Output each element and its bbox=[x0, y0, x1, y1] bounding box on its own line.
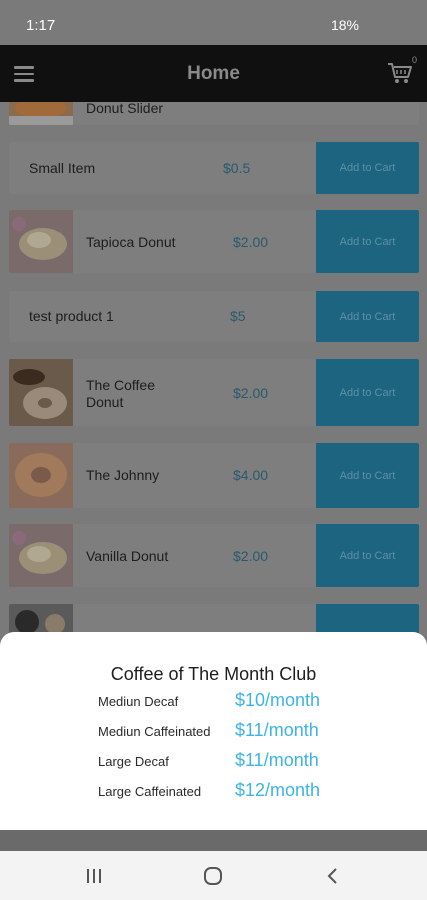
plan-option[interactable]: Large Caffeinated $12/month bbox=[98, 780, 358, 802]
product-price: $2.00 bbox=[233, 234, 269, 250]
back-icon bbox=[327, 868, 337, 884]
product-card[interactable]: Vanilla Donut $2.00 Add to Cart bbox=[9, 524, 419, 587]
add-to-cart-button[interactable]: Add to Cart bbox=[316, 359, 419, 426]
product-name: test product 1 bbox=[29, 308, 114, 324]
product-image bbox=[9, 524, 73, 587]
product-image bbox=[9, 443, 73, 508]
recent-apps-button[interactable] bbox=[81, 864, 107, 888]
plan-price[interactable]: $11/month bbox=[235, 720, 319, 741]
product-price: $4.00 bbox=[233, 467, 269, 483]
page-title: Home bbox=[187, 63, 240, 84]
plan-option[interactable]: Mediun Caffeinated $11/month bbox=[98, 720, 358, 742]
back-button[interactable] bbox=[320, 864, 346, 888]
add-to-cart-button[interactable]: Add to Cart bbox=[316, 142, 419, 194]
add-to-cart-button[interactable]: Add to Cart bbox=[316, 210, 419, 273]
status-time: 1:17 bbox=[26, 17, 56, 34]
app-bar: Home 0 bbox=[0, 45, 427, 102]
product-image bbox=[9, 359, 73, 426]
product-card[interactable]: The Coffee Donut $2.00 Add to Cart bbox=[9, 359, 419, 426]
plan-option[interactable]: Mediun Decaf $10/month bbox=[98, 690, 358, 712]
home-button[interactable] bbox=[200, 864, 226, 888]
plan-price[interactable]: $10/month bbox=[235, 690, 320, 711]
product-name: Donut Slider bbox=[86, 102, 164, 116]
product-card[interactable]: The Johnny $4.00 Add to Cart bbox=[9, 443, 419, 508]
plan-label: Mediun Decaf bbox=[98, 694, 179, 709]
add-to-cart-button[interactable]: Add to Cart bbox=[316, 524, 419, 587]
shopping-cart-icon[interactable] bbox=[387, 61, 413, 85]
product-price: $0.5 bbox=[223, 160, 251, 176]
product-price: $2.00 bbox=[233, 548, 269, 564]
product-card[interactable]: Donut Slider bbox=[9, 102, 419, 125]
plan-label: Large Caffeinated bbox=[98, 784, 202, 799]
backdrop-overlay[interactable] bbox=[0, 830, 427, 851]
system-nav-bar bbox=[0, 851, 427, 900]
cart-count-badge: 0 bbox=[411, 55, 417, 65]
plan-price[interactable]: $12/month bbox=[235, 780, 320, 801]
product-card[interactable]: Tapioca Donut $2.00 Add to Cart bbox=[9, 210, 419, 273]
product-name: The Johnny bbox=[86, 467, 160, 483]
coffee-club-modal: Coffee of The Month Club Mediun Decaf $1… bbox=[0, 632, 427, 830]
product-name: Small Item bbox=[29, 160, 96, 176]
plan-option[interactable]: Large Decaf $11/month bbox=[98, 750, 358, 772]
plan-price[interactable]: $11/month bbox=[235, 750, 319, 771]
product-name: Tapioca Donut bbox=[86, 234, 176, 250]
home-icon bbox=[204, 867, 222, 885]
product-name: The Coffee Donut bbox=[86, 377, 156, 410]
add-to-cart-button[interactable]: Add to Cart bbox=[316, 443, 419, 508]
product-card[interactable]: test product 1 $5 Add to Cart bbox=[9, 291, 419, 342]
product-image bbox=[9, 210, 73, 273]
product-card[interactable]: Small Item $0.5 Add to Cart bbox=[9, 142, 419, 194]
plan-label: Mediun Caffeinated bbox=[98, 724, 211, 739]
product-image bbox=[9, 102, 73, 125]
status-bar: 1:17 18% bbox=[0, 0, 427, 45]
product-name: Vanilla Donut bbox=[86, 548, 169, 564]
add-to-cart-button[interactable]: Add to Cart bbox=[316, 291, 419, 342]
recent-apps-icon bbox=[87, 869, 101, 883]
modal-title: Coffee of The Month Club bbox=[110, 664, 317, 684]
battery-level: 18% bbox=[330, 17, 359, 33]
product-price: $2.00 bbox=[233, 385, 269, 401]
product-price: $5 bbox=[230, 308, 246, 324]
plan-label: Large Decaf bbox=[98, 754, 169, 769]
